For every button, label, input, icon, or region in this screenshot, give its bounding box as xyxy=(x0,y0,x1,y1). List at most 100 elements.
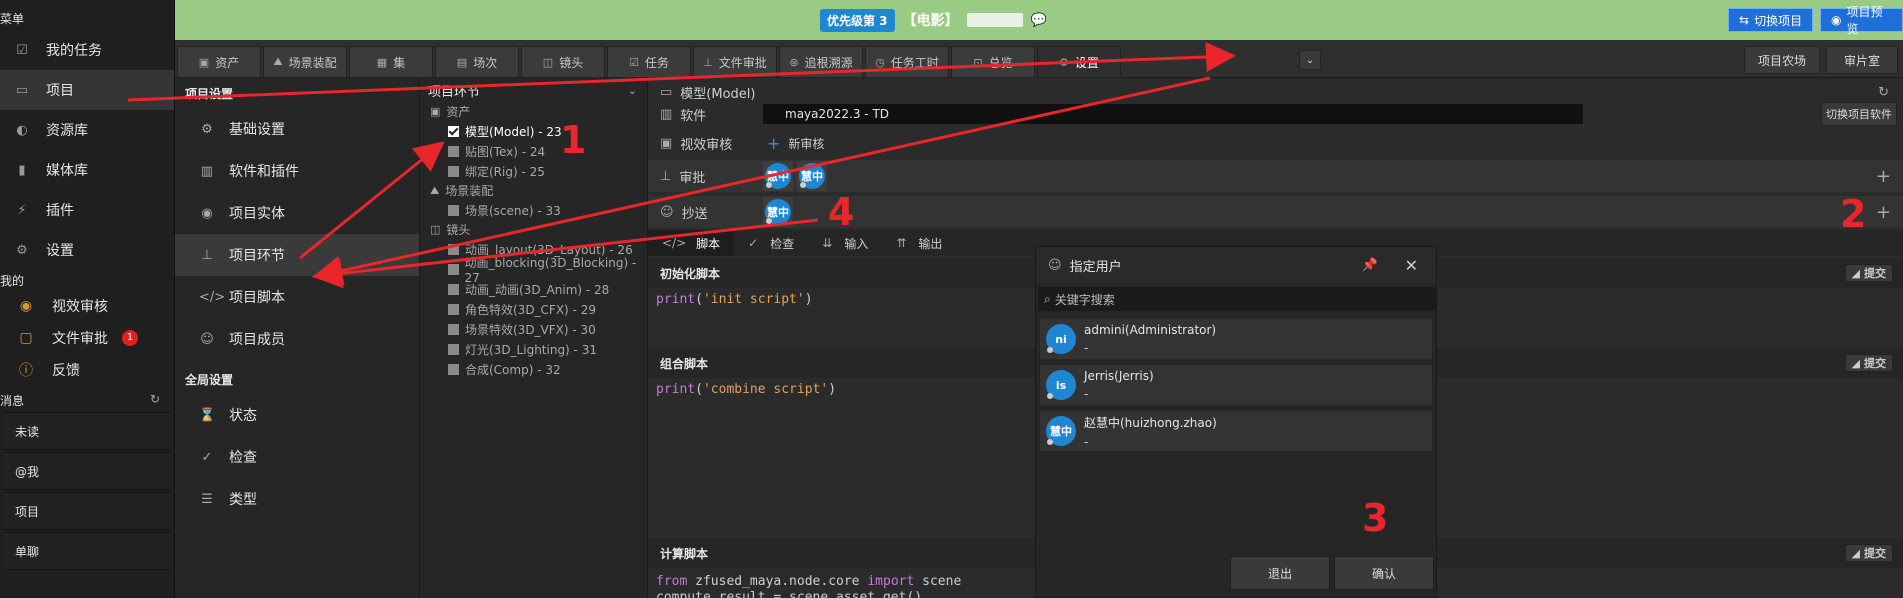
tab-sequence[interactable]: ▤ 场次 xyxy=(435,46,519,78)
user-list-item[interactable]: 慧中 赵慧中(huizhong.zhao) - xyxy=(1040,411,1432,451)
tab-trace[interactable]: ⊛ 追根溯源 xyxy=(779,46,863,78)
settings-item-scripts[interactable]: </> 项目脚本 xyxy=(175,276,419,318)
settings-item-check[interactable]: ✓ 检查 xyxy=(175,436,419,478)
tree-item-vfx[interactable]: 场景特效(3D_VFX) - 30 xyxy=(420,319,647,339)
checkbox[interactable] xyxy=(448,363,459,375)
submit-button[interactable]: ◢ 提交 xyxy=(1844,544,1893,562)
settings-item-phases[interactable]: ⊥ 项目环节 xyxy=(175,234,419,276)
tab-check[interactable]: ✓ 检查 xyxy=(734,235,808,252)
exit-button[interactable]: 退出 xyxy=(1230,556,1330,590)
code-keyword: from xyxy=(656,574,688,589)
new-review-link[interactable]: 新审核 xyxy=(788,135,824,152)
settings-item-software[interactable]: ▥ 软件和插件 xyxy=(175,150,419,192)
confirm-button[interactable]: 确认 xyxy=(1334,556,1434,590)
tab-file-approval[interactable]: ⊥ 文件审批 xyxy=(693,46,777,78)
cc-cell[interactable]: 慧中 xyxy=(763,197,793,227)
msg-item-unread[interactable]: 未读 xyxy=(3,412,171,450)
msg-item-direct[interactable]: 单聊 xyxy=(3,532,171,570)
software-value[interactable]: maya2022.3 - TD xyxy=(763,104,1583,124)
tab-assets[interactable]: ▣ 资产 xyxy=(177,46,261,78)
nav-item-file-approval[interactable]: ▢ 文件审批 1 xyxy=(0,322,174,354)
tree-item-cfx[interactable]: 角色特效(3D_CFX) - 29 xyxy=(420,299,647,319)
switch-project-button[interactable]: ⇆ 切换项目 xyxy=(1728,8,1814,32)
code-init[interactable]: print('init script') xyxy=(656,292,813,307)
tree-item-comp[interactable]: 合成(Comp) - 32 xyxy=(420,359,647,379)
settings-item-members[interactable]: ☺ 项目成员 xyxy=(175,318,419,360)
checkbox[interactable] xyxy=(448,283,459,295)
tree-group-shot[interactable]: ◫ 镜头 xyxy=(420,220,647,239)
code-string: 'init script' xyxy=(702,292,805,307)
checkbox[interactable] xyxy=(448,343,459,355)
tab-dropdown-button[interactable]: ⌄ xyxy=(1299,50,1321,70)
checkbox[interactable] xyxy=(448,303,459,315)
priority-badge: 优先级第 3 xyxy=(820,8,895,32)
code-compute[interactable]: from zfused_maya.node.core import scene … xyxy=(656,574,961,598)
nav-item-vfx-review[interactable]: ◉ 视效审核 xyxy=(0,290,174,322)
tree-item-scene[interactable]: 场景(scene) - 33 xyxy=(420,200,647,220)
tab-script[interactable]: </> 脚本 xyxy=(648,230,735,256)
checkbox[interactable] xyxy=(448,323,459,335)
checkbox[interactable] xyxy=(448,263,459,275)
msg-item-mentions[interactable]: @我 xyxy=(3,452,171,490)
tab-task-hours[interactable]: ◷ 任务工时 xyxy=(865,46,949,78)
tab-overview[interactable]: ⊡ 总览 xyxy=(951,46,1035,78)
nav-item-media-library[interactable]: ▮ 媒体库 xyxy=(0,150,174,190)
checkbox[interactable] xyxy=(448,243,459,255)
settings-item-type[interactable]: ☰ 类型 xyxy=(175,478,419,520)
add-approver-icon[interactable]: + xyxy=(1876,166,1891,187)
tree-group-scene[interactable]: ⛰ 场景装配 xyxy=(420,181,647,200)
add-icon[interactable]: + xyxy=(767,134,780,153)
tree-item-model[interactable]: 模型(Model) - 23 xyxy=(420,121,647,141)
code-combine[interactable]: print('combine script') xyxy=(656,382,836,397)
project-farm-button[interactable]: 项目农场 xyxy=(1744,46,1820,74)
settings-item-basic[interactable]: ⚙ 基础设置 xyxy=(175,108,419,150)
checkbox-checked[interactable] xyxy=(448,125,459,137)
msg-item-project[interactable]: 项目 xyxy=(3,492,171,530)
settings-item-status[interactable]: ⌛ 状态 xyxy=(175,394,419,436)
close-icon[interactable]: ✕ xyxy=(1405,256,1418,275)
tree-item-blocking[interactable]: 动画_blocking(3D_Blocking) - 27 xyxy=(420,256,647,285)
switch-software-button[interactable]: 切换项目软件 xyxy=(1821,102,1897,126)
approver-cell[interactable]: 慧中 xyxy=(797,161,827,191)
user-list-item[interactable]: ni admini(Administrator) - xyxy=(1040,319,1432,359)
tab-episode[interactable]: ▦ 集 xyxy=(349,46,433,78)
pin-icon[interactable]: 📌 xyxy=(1362,258,1378,273)
folder-icon: ▢ xyxy=(19,330,33,346)
film-icon: ▦ xyxy=(376,55,388,69)
tab-output[interactable]: ⇈ 输出 xyxy=(882,235,956,252)
review-room-button[interactable]: 审片室 xyxy=(1826,46,1898,74)
tab-scene-assembly[interactable]: ⛰ 场景装配 xyxy=(263,46,347,78)
user-list-item[interactable]: is Jerris(Jerris) - xyxy=(1040,365,1432,405)
chevron-down-icon[interactable]: ⌄ xyxy=(628,84,637,97)
tab-label: 集 xyxy=(393,55,406,70)
checkbox[interactable] xyxy=(448,165,459,177)
tab-input[interactable]: ⇊ 输入 xyxy=(808,235,882,252)
tab-tasks[interactable]: ☑ 任务 xyxy=(607,46,691,78)
project-preview-button[interactable]: ◉ 项目预览 xyxy=(1820,5,1903,36)
search-field[interactable]: ⌕ 关键字搜索 xyxy=(1038,287,1436,311)
nav-item-project[interactable]: ▭ 项目 xyxy=(0,70,174,110)
tab-shot[interactable]: ◫ 镜头 xyxy=(521,46,605,78)
add-cc-icon[interactable]: + xyxy=(1876,202,1891,223)
tree-item-rig[interactable]: 绑定(Rig) - 25 xyxy=(420,161,647,181)
approver-cell[interactable]: 慧中 xyxy=(763,161,793,191)
submit-button[interactable]: ◢ 提交 xyxy=(1844,354,1893,372)
tree-item-lighting[interactable]: 灯光(3D_Lighting) - 31 xyxy=(420,339,647,359)
tree-group-assets[interactable]: ▣ 资产 xyxy=(420,102,647,121)
nav-item-settings[interactable]: ⚙ 设置 xyxy=(0,230,174,270)
settings-item-entity[interactable]: ◉ 项目实体 xyxy=(175,192,419,234)
refresh-icon[interactable]: ↻ xyxy=(1878,85,1889,100)
tree-item-tex[interactable]: 贴图(Tex) - 24 xyxy=(420,141,647,161)
nav-item-plugins[interactable]: ⚡ 插件 xyxy=(0,190,174,230)
submit-button[interactable]: ◢ 提交 xyxy=(1844,264,1893,282)
settings-label: 项目环节 xyxy=(229,248,285,264)
refresh-icon[interactable]: ↻ xyxy=(150,392,160,410)
tab-settings[interactable]: ⚙ 设置 xyxy=(1037,46,1121,78)
nav-item-resource-library[interactable]: ◐ 资源库 xyxy=(0,110,174,150)
nav-item-feedback[interactable]: ⓘ 反馈 xyxy=(0,354,174,386)
chat-icon[interactable]: 💬 xyxy=(1031,13,1047,28)
checkbox[interactable] xyxy=(448,145,459,157)
nav-item-my-tasks[interactable]: ☑ 我的任务 xyxy=(0,30,174,70)
gear-icon: ⚙ xyxy=(201,121,213,137)
checkbox[interactable] xyxy=(448,204,459,216)
